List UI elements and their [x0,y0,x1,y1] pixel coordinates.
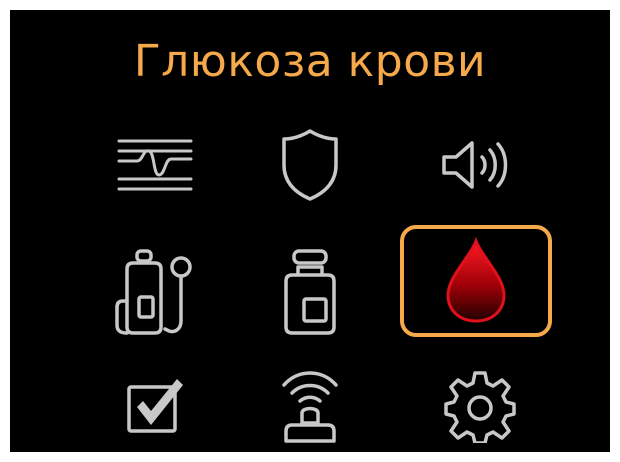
pump-infusion-icon [115,249,192,335]
speaker-icon [442,141,508,189]
device-screen: Глюкоза крови [10,10,610,452]
sensor-graph-icon [117,139,193,191]
menu-item-tasks[interactable] [80,350,230,452]
menu-item-settings[interactable] [405,350,555,452]
screen-title: Глюкоза крови [133,36,487,87]
menu-item-cgm-sensor[interactable] [80,110,230,220]
blood-drop-icon [446,237,506,323]
menu-item-insulin[interactable] [235,235,385,345]
gear-icon [444,371,516,443]
checkbox-icon [127,379,183,433]
insulin-vial-icon [284,249,336,335]
menu-item-sound[interactable] [405,110,555,220]
wireless-connection-icon [282,371,338,443]
menu-item-pump[interactable] [80,235,230,345]
shield-icon [282,129,338,201]
menu-item-alerts[interactable] [235,110,385,220]
menu-item-blood-glucose[interactable] [400,225,552,337]
menu-item-connection[interactable] [235,350,385,452]
